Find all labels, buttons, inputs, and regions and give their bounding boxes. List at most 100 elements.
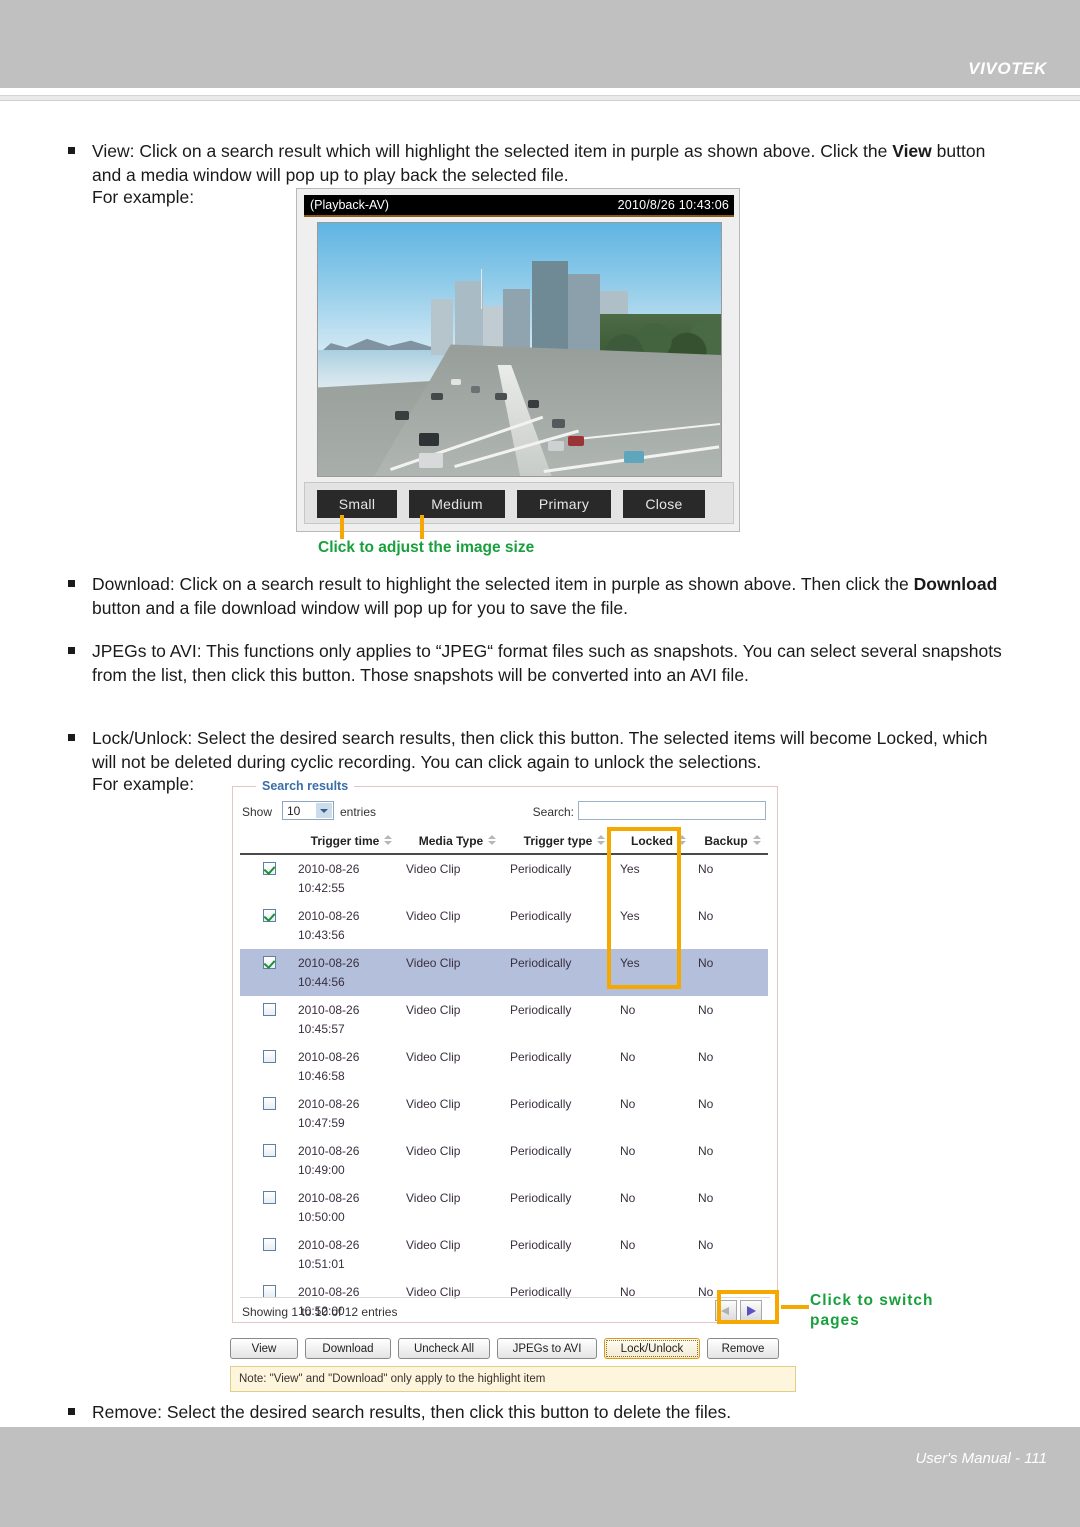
row-checkbox-cell[interactable] <box>240 1137 298 1184</box>
cell-locked: No <box>620 1097 636 1111</box>
video-car <box>527 400 539 408</box>
callout-switch-pages: Click to switch pages <box>810 1292 934 1329</box>
bullet-view-text-part1: View: Click on a search result which wil… <box>92 141 893 161</box>
player-medium-button[interactable]: Medium <box>409 490 505 518</box>
cell-trigger-type: Periodically <box>510 1144 572 1158</box>
table-row[interactable]: 2010-08-26 10:47:59 Video Clip Periodically… <box>240 1090 768 1137</box>
entries-label: entries <box>340 805 377 819</box>
cell-trigger-type: Periodically <box>510 1238 572 1252</box>
sort-icon[interactable] <box>488 835 497 846</box>
show-label: Show <box>242 805 273 819</box>
player-small-button[interactable]: Small <box>317 490 397 518</box>
sort-icon[interactable] <box>678 835 687 846</box>
video-car <box>624 450 645 464</box>
row-checkbox-cell[interactable] <box>240 1231 298 1278</box>
note-box: Note: "View" and "Download" only apply t… <box>230 1366 796 1392</box>
th-locked[interactable]: Locked <box>620 830 698 855</box>
sort-icon[interactable] <box>384 835 393 846</box>
playback-media-window: (Playback-AV) 2010/8/26 10:43:06 Small M… <box>296 188 740 532</box>
table-row[interactable]: 2010-08-26 10:50:00 Video Clip Periodically… <box>240 1184 768 1231</box>
row-checkbox[interactable] <box>262 956 276 969</box>
row-checkbox[interactable] <box>262 1191 276 1204</box>
cell-trigger-type: Periodically <box>510 862 572 876</box>
search-results-legend: Search results <box>256 779 355 793</box>
player-close-button[interactable]: Close <box>623 490 705 518</box>
callout-line-pager <box>781 1305 809 1309</box>
bullet-remove-text: Remove: Select the desired search result… <box>92 1402 732 1422</box>
th-trigger-type-label: Trigger type <box>523 834 593 848</box>
remove-button[interactable]: Remove <box>707 1338 779 1359</box>
cell-locked: No <box>620 1191 636 1205</box>
player-title: (Playback-AV) <box>310 198 389 212</box>
cell-trigger-time: 2010-08-26 10:49:00 <box>298 1137 406 1184</box>
entries-per-page-select[interactable]: 10 <box>282 801 334 820</box>
cell-trigger-type: Periodically <box>510 1097 572 1111</box>
lock-unlock-button[interactable]: Lock/Unlock <box>604 1338 700 1359</box>
row-checkbox-cell[interactable] <box>240 996 298 1043</box>
table-row[interactable]: 2010-08-26 10:46:58 Video Clip Periodically… <box>240 1043 768 1090</box>
search-input[interactable] <box>578 801 766 820</box>
video-car <box>551 419 565 428</box>
row-checkbox-cell[interactable] <box>240 1184 298 1231</box>
cell-trigger-date: 2010-08-26 <box>298 862 360 876</box>
cell-locked: Yes <box>620 862 640 876</box>
cell-backup: No <box>698 1003 714 1017</box>
bullet-lock-text: Lock/Unlock: Select the desired search r… <box>92 728 988 772</box>
sort-icon[interactable] <box>752 835 762 846</box>
cell-backup: No <box>698 862 714 876</box>
video-car <box>430 392 443 401</box>
cell-media-type: Video Clip <box>406 949 510 996</box>
th-trigger-time[interactable]: Trigger time <box>298 830 406 855</box>
page-header-band <box>0 0 1080 88</box>
cell-trigger-clock: 10:42:55 <box>298 881 345 895</box>
download-button[interactable]: Download <box>305 1338 391 1359</box>
row-checkbox[interactable] <box>262 1238 276 1251</box>
bullet-remove: Remove: Select the desired search result… <box>68 1401 1016 1425</box>
video-car <box>567 435 584 446</box>
chevron-down-icon[interactable] <box>316 803 332 818</box>
cell-media-type: Video Clip <box>406 1191 461 1205</box>
row-checkbox[interactable] <box>262 1144 276 1157</box>
video-car <box>450 378 461 385</box>
bullet-marker-icon <box>68 1408 75 1415</box>
view-button[interactable]: View <box>230 1338 298 1359</box>
table-row[interactable]: 2010-08-26 10:44:56 Video Clip Periodically… <box>240 949 768 996</box>
row-checkbox[interactable] <box>262 909 276 922</box>
cell-trigger-date: 2010-08-26 <box>298 956 360 970</box>
row-checkbox-cell[interactable] <box>240 902 298 949</box>
callout-line-small <box>340 515 344 539</box>
sort-icon[interactable] <box>597 835 606 846</box>
cell-trigger-date: 2010-08-26 <box>298 1191 360 1205</box>
th-select-all <box>240 830 298 855</box>
table-body: 2010-08-26 10:42:55 Video Clip Periodically… <box>240 854 768 1325</box>
table-row[interactable]: 2010-08-26 10:45:57 Video Clip Periodically… <box>240 996 768 1043</box>
cell-trigger-clock: 10:46:58 <box>298 1069 345 1083</box>
row-checkbox[interactable] <box>262 1050 276 1063</box>
table-row[interactable]: 2010-08-26 10:43:56 Video Clip Periodically… <box>240 902 768 949</box>
video-car <box>471 386 480 393</box>
row-checkbox-cell[interactable] <box>240 1090 298 1137</box>
cell-trigger-type: Periodically <box>510 909 572 923</box>
header-divider-rule <box>0 95 1080 101</box>
cell-trigger-time: 2010-08-26 10:47:59 <box>298 1090 406 1137</box>
video-car <box>394 411 410 421</box>
row-checkbox[interactable] <box>262 862 276 875</box>
th-backup[interactable]: Backup <box>698 830 768 855</box>
row-checkbox[interactable] <box>262 1003 276 1016</box>
th-media-type[interactable]: Media Type <box>406 830 510 855</box>
row-checkbox-cell[interactable] <box>240 949 298 996</box>
table-row[interactable]: 2010-08-26 10:42:55 Video Clip Periodically… <box>240 854 768 902</box>
cell-backup: No <box>698 1097 714 1111</box>
player-primary-button[interactable]: Primary <box>517 490 611 518</box>
table-row[interactable]: 2010-08-26 10:51:01 Video Clip Periodically… <box>240 1231 768 1278</box>
search-label: Search: <box>532 805 574 819</box>
jpegs-to-avi-button[interactable]: JPEGs to AVI <box>497 1338 597 1359</box>
th-trigger-type[interactable]: Trigger type <box>510 830 620 855</box>
table-row[interactable]: 2010-08-26 10:49:00 Video Clip Periodically… <box>240 1137 768 1184</box>
row-checkbox[interactable] <box>262 1097 276 1110</box>
showing-entries-label: Showing 1 to 10 of 12 entries <box>242 1305 398 1319</box>
cell-trigger-type: Periodically <box>510 949 620 996</box>
row-checkbox-cell[interactable] <box>240 854 298 902</box>
row-checkbox-cell[interactable] <box>240 1043 298 1090</box>
uncheck-all-button[interactable]: Uncheck All <box>398 1338 490 1359</box>
